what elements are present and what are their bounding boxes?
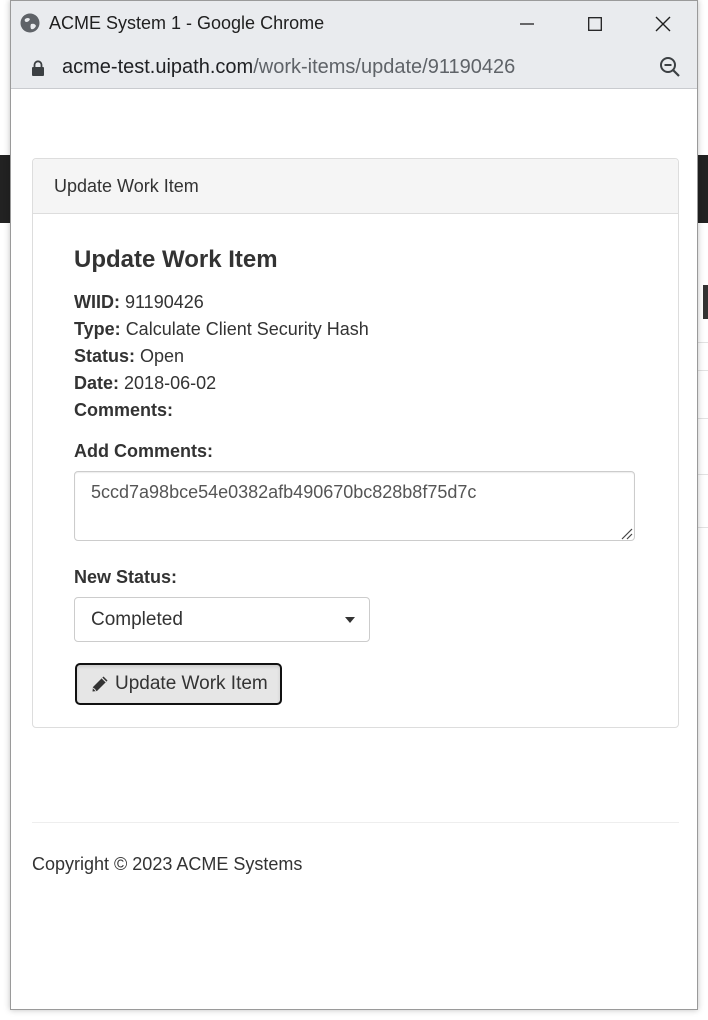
caret-down-icon — [345, 617, 355, 623]
close-icon — [655, 16, 671, 31]
panel-heading: Update Work Item — [33, 159, 678, 214]
maximize-button[interactable] — [561, 1, 629, 46]
update-button-label: Update Work Item — [115, 673, 268, 694]
form-title: Update Work Item — [74, 246, 278, 273]
add-comments-textarea[interactable]: 5ccd7a98bce54e0382afb490670bc828b8f75d7c — [74, 471, 635, 541]
url-text[interactable]: acme-test.uipath.com/work-items/update/9… — [62, 56, 515, 79]
wiid-label: WIID: — [74, 292, 120, 312]
footer-divider — [32, 822, 679, 823]
status-label: Status: — [74, 346, 136, 366]
type-field: Type: Calculate Client Security Hash — [74, 319, 369, 340]
lock-icon — [32, 60, 44, 76]
background-divider — [698, 370, 708, 371]
date-field: Date: 2018-06-02 — [74, 373, 216, 394]
minimize-icon — [520, 22, 534, 25]
window-title: ACME System 1 - Google Chrome — [49, 13, 325, 33]
background-divider — [698, 527, 708, 528]
background-divider — [698, 474, 708, 475]
type-value: Calculate Client Security Hash — [125, 319, 369, 339]
maximize-icon — [588, 16, 602, 31]
address-bar[interactable]: acme-test.uipath.com/work-items/update/9… — [11, 46, 697, 89]
background-divider — [698, 342, 708, 343]
add-comments-label: Add Comments: — [74, 441, 213, 461]
wiid-value: 91190426 — [125, 292, 204, 312]
minimize-button[interactable] — [493, 1, 561, 46]
globe-icon — [20, 13, 40, 33]
new-status-label: New Status: — [74, 567, 178, 587]
wiid-field: WIID: 91190426 — [74, 292, 204, 313]
background-element — [703, 285, 708, 319]
new-status-select[interactable]: Completed — [74, 597, 370, 642]
zoom-icon[interactable] — [659, 56, 681, 78]
add-comments-field: Add Comments: — [74, 441, 213, 462]
status-field: Status: Open — [74, 346, 184, 367]
footer-copyright: Copyright © 2023 ACME Systems — [32, 854, 303, 874]
type-label: Type: — [74, 319, 121, 339]
new-status-field: New Status: — [74, 567, 177, 588]
background-divider — [698, 418, 708, 419]
update-work-item-panel: Update Work Item Update Work Item WIID: … — [32, 158, 679, 728]
resize-handle-icon[interactable] — [621, 528, 633, 540]
pencil-icon — [92, 676, 108, 692]
title-bar: ACME System 1 - Google Chrome — [11, 1, 697, 46]
comments-label: Comments: — [74, 400, 174, 420]
status-value: Open — [140, 346, 185, 366]
chrome-popup-window: ACME System 1 - Google Chrome acme-test.… — [10, 0, 698, 1010]
comments-field: Comments: — [74, 400, 173, 421]
url-host: acme-test.uipath.com — [62, 56, 254, 78]
page-content: Update Work Item Update Work Item WIID: … — [11, 89, 697, 1009]
close-button[interactable] — [629, 1, 697, 46]
new-status-value: Completed — [91, 609, 183, 630]
date-value: 2018-06-02 — [124, 373, 217, 393]
url-path: /work-items/update/91190426 — [253, 56, 516, 78]
date-label: Date: — [74, 373, 120, 393]
update-work-item-button[interactable]: Update Work Item — [75, 663, 282, 705]
